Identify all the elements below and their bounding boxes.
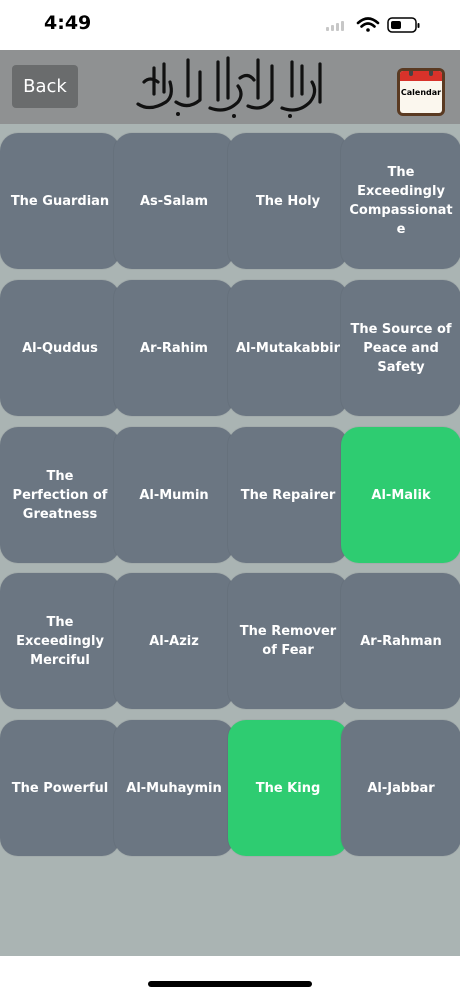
back-button[interactable]: Back [12, 65, 78, 108]
name-tile[interactable]: Al-Malik [341, 427, 460, 563]
name-tile-label: The Remover of Fear [239, 624, 337, 658]
name-tile[interactable]: Al-Quddus [0, 280, 120, 416]
name-tile-label: Ar-Rahman [360, 633, 442, 649]
name-tile-label: The Source of Peace and Safety [350, 321, 452, 375]
name-tile[interactable]: Al-Muhaymin [114, 720, 234, 856]
name-tile[interactable]: As-Salam [114, 133, 234, 269]
name-tile-label: The Guardian [10, 193, 110, 209]
name-tile-label: Al-Malik [371, 487, 431, 503]
name-tile-label: Al-Muhaymin [126, 780, 222, 796]
wifi-icon [356, 17, 380, 32]
home-indicator [148, 981, 312, 987]
status-time: 4:49 [44, 12, 92, 34]
name-tile-label: Ar-Rahim [140, 340, 208, 356]
name-tile[interactable]: The Exceedingly Compassionate [341, 133, 460, 269]
calendar-label: Calendar [400, 88, 442, 97]
name-tile-label: Al-Aziz [149, 633, 199, 649]
calendar-icon: Calendar [400, 71, 442, 113]
name-tile[interactable]: The Exceedingly Merciful [0, 573, 120, 709]
name-tile[interactable]: The Remover of Fear [228, 573, 348, 709]
name-tile-label: The Repairer [240, 487, 336, 503]
name-tile-label: Al-Jabbar [367, 780, 435, 796]
name-tile[interactable]: The Perfection of Greatness [0, 427, 120, 563]
name-tile[interactable]: Al-Aziz [114, 573, 234, 709]
calendar-ring [409, 71, 413, 76]
name-tile-label: Al-Mutakabbir [236, 340, 340, 356]
name-tile[interactable]: The King [228, 720, 348, 856]
calendar-header-strip [400, 71, 442, 81]
calendar-ring [429, 71, 433, 76]
status-icons [326, 17, 420, 33]
name-tile[interactable]: The Source of Peace and Safety [341, 280, 460, 416]
shahada-calligraphy [136, 56, 322, 118]
name-tile[interactable]: The Repairer [228, 427, 348, 563]
names-grid: The Guardian As-Salam The Holy The Exceedin… [0, 124, 460, 956]
status-bar: 4:49 [0, 0, 460, 50]
name-tile-label: Al-Quddus [22, 340, 98, 356]
name-tile[interactable]: The Powerful [0, 720, 120, 856]
battery-icon [387, 17, 420, 33]
header-bar: Back Calendar [0, 50, 460, 124]
name-tile-label: The Holy [255, 193, 321, 209]
cellular-signal-icon [326, 21, 344, 31]
name-tile-label: The King [255, 780, 321, 796]
name-tile[interactable]: Al-Jabbar [341, 720, 460, 856]
name-tile[interactable]: The Holy [228, 133, 348, 269]
name-tile[interactable]: The Guardian [0, 133, 120, 269]
name-tile-label: Al-Mumin [139, 487, 209, 503]
name-tile-label: As-Salam [139, 193, 209, 209]
name-tile[interactable]: Al-Mutakabbir [228, 280, 348, 416]
name-tile-label: The Powerful [11, 780, 109, 796]
name-tile[interactable]: Ar-Rahim [114, 280, 234, 416]
name-tile-label: The Perfection of Greatness [12, 468, 108, 522]
name-tile-label: The Exceedingly Compassionate [349, 165, 453, 237]
name-tile-label: The Exceedingly Merciful [16, 614, 104, 668]
name-tile[interactable]: Ar-Rahman [341, 573, 460, 709]
calendar-button[interactable]: Calendar [397, 68, 445, 116]
name-tile[interactable]: Al-Mumin [114, 427, 234, 563]
